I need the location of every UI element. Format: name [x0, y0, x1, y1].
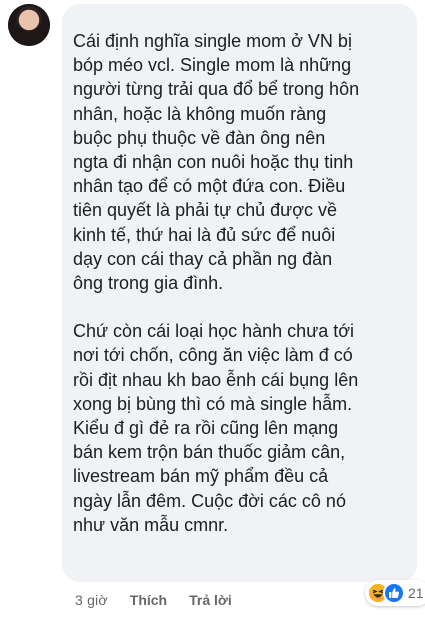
comment-bubble: Cái định nghĩa single mom ở VN bị bóp mé…	[62, 4, 417, 582]
avatar[interactable]	[8, 4, 50, 46]
thumbs-up-icon	[389, 588, 399, 598]
comment-paragraph-1: Cái định nghĩa single mom ở VN bị bóp mé…	[73, 31, 360, 294]
comment-paragraph-2: Chứ còn cái loại học hành chưa tới nơi t…	[73, 321, 359, 535]
comment-actions: 3 giờ Thích Trả lời	[75, 592, 232, 608]
avatar-hair	[8, 4, 50, 46]
comment-screen: Cái định nghĩa single mom ở VN bị bóp mé…	[0, 0, 425, 618]
comment-timestamp[interactable]: 3 giờ	[75, 592, 108, 608]
reaction-count: 21	[408, 585, 424, 601]
like-icon	[383, 582, 405, 604]
reactions-summary[interactable]: 21	[365, 580, 425, 606]
like-button[interactable]: Thích	[130, 592, 167, 608]
reply-button[interactable]: Trả lời	[189, 592, 232, 608]
